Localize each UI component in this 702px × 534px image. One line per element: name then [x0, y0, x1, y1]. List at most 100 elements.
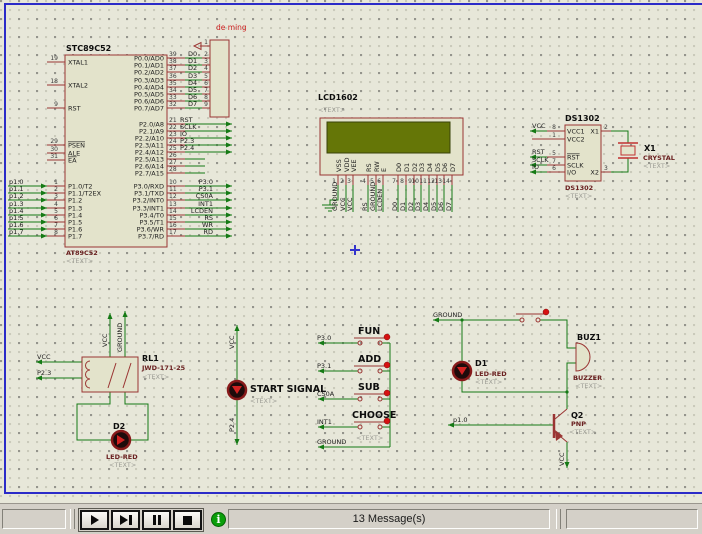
- button-actuator[interactable]: [384, 334, 390, 340]
- pin-number: 14: [169, 208, 177, 215]
- pin-number: 10: [169, 179, 177, 186]
- part-text-placeholder: <TEXT>: [643, 162, 670, 170]
- part-value: PNP: [571, 420, 586, 428]
- message-panel[interactable]: 13 Message(s): [228, 509, 550, 529]
- net-label: GROUND: [433, 311, 462, 319]
- pin-number: 36: [169, 73, 177, 80]
- net-label: D6: [437, 202, 445, 211]
- pin-number: 4: [204, 65, 208, 72]
- button-terminal: [358, 397, 362, 401]
- pin-number: 28: [169, 166, 177, 173]
- net-label: D2: [188, 64, 197, 72]
- pin-number: 27: [169, 159, 177, 166]
- pin-number: 37: [169, 65, 177, 72]
- pin-number: 32: [169, 101, 177, 108]
- pin-number: 14: [442, 178, 450, 185]
- part-text-placeholder: <TEXT>: [575, 382, 602, 390]
- pin-number: 26: [169, 152, 177, 159]
- pin-number: 8: [400, 178, 404, 185]
- pin-name: X1: [590, 128, 599, 136]
- mcu-stc89c52[interactable]: STC89C52 AT89C52 <TEXT> XTAL1 XTAL2 RST …: [8, 44, 232, 265]
- button-actuator[interactable]: [384, 362, 390, 368]
- play-button[interactable]: [80, 510, 109, 530]
- pin-name: P3.2/INT0: [133, 197, 164, 205]
- button-label: ADD: [358, 354, 381, 365]
- pin-number: 22: [169, 124, 177, 131]
- pin-name: VCC2: [567, 136, 585, 144]
- part-ref: STC89C52: [66, 44, 111, 53]
- alarm-wires: [433, 320, 576, 468]
- pin-number: 18: [50, 78, 58, 85]
- part-ref: Q2: [571, 411, 583, 420]
- stop-button[interactable]: [173, 510, 202, 530]
- button-actuator[interactable]: [543, 309, 549, 315]
- part-text-placeholder: <TEXT>: [475, 378, 502, 386]
- pin-number: 3: [604, 165, 608, 172]
- pin-number: 23: [169, 131, 177, 138]
- pin-name: D4: [426, 163, 434, 172]
- pin-name: D7: [449, 163, 457, 172]
- part-text-placeholder: <TEXT>: [318, 106, 345, 114]
- button-actuator[interactable]: [384, 390, 390, 396]
- wire-arrowheads: [226, 122, 232, 239]
- pin-number: 31: [50, 153, 58, 160]
- pause-button[interactable]: [142, 510, 171, 530]
- part-value: LED-RED: [106, 453, 138, 461]
- relay-rl1[interactable]: VCC P2.3 VCC GROUND RL1 JWD-171-25 <TEXT…: [36, 311, 186, 440]
- net-label: VCC: [37, 353, 51, 361]
- alarm-circuit[interactable]: GROUND D1 LED-RED <TEXT> BUZ1 BUZZER <TE…: [433, 309, 602, 468]
- pin-number: 15: [169, 215, 177, 222]
- pin-name: P2.7/A15: [135, 170, 164, 178]
- button-label: FUN: [358, 326, 380, 337]
- pin-number: 7: [392, 178, 396, 185]
- net-label: D4: [422, 202, 430, 211]
- keypad-buttons[interactable]: FUN ADD SUB CHOOSE P3.0 P3.1 CS0A INT1 G…: [317, 326, 396, 450]
- message-count: 13 Message(s): [229, 510, 549, 528]
- part-text-placeholder: <TEXT>: [66, 257, 93, 265]
- led-d2[interactable]: D2 LED-RED <TEXT>: [106, 422, 138, 469]
- net-label: P3.0: [317, 334, 331, 342]
- part-value: JWD-171-25: [141, 364, 186, 372]
- net-label: VCC: [346, 197, 354, 211]
- part-text-placeholder: <TEXT>: [569, 428, 596, 436]
- net-label: LCDEN: [376, 189, 384, 211]
- step-button[interactable]: [111, 510, 140, 530]
- schematic-canvas[interactable]: STC89C52 AT89C52 <TEXT> XTAL1 XTAL2 RST …: [0, 0, 702, 503]
- pin-number: 39: [169, 51, 177, 58]
- net-label: P3.1: [317, 362, 331, 370]
- pin-number: 3: [347, 178, 351, 185]
- net-label: P2.4: [180, 144, 194, 152]
- pin-number: 3: [54, 193, 58, 200]
- part-text-placeholder: <TEXT>: [109, 461, 136, 469]
- net-label: D3: [414, 202, 422, 211]
- button-label: SUB: [358, 382, 380, 393]
- pin-number: 12: [169, 193, 177, 200]
- pin-number: 34: [169, 87, 177, 94]
- net-label: INT1: [317, 418, 332, 426]
- lcd-screen: [327, 122, 450, 153]
- start-signal-led[interactable]: VCC P2.4 START SIGNAL <TEXT>: [228, 325, 326, 445]
- separator-grip: [70, 509, 75, 529]
- rtc-ds1302[interactable]: DS1302 VCC1 VCC2 RST SCLK I/O X1 X2 8 1 …: [530, 114, 628, 200]
- crystal-x1[interactable]: X1 CRYSTAL <TEXT>: [618, 143, 675, 170]
- connector-deming[interactable]: de ming 1 2 3 4 5 6 7 8 9: [194, 23, 247, 117]
- pin-number: 1: [54, 179, 58, 186]
- lcd1602[interactable]: LCD1602 <TEXT> VSS VDD VEE RS RW E D0 D1…: [318, 93, 463, 212]
- pin-number: 6: [54, 215, 58, 222]
- button-terminal: [358, 425, 362, 429]
- button-terminal: [358, 369, 362, 373]
- net-label: D1: [399, 202, 407, 211]
- pin-number: 6: [204, 80, 208, 87]
- pin-name: VCC1: [567, 128, 585, 136]
- net-label: GROUND: [331, 182, 339, 211]
- pin-number: 8: [204, 94, 208, 101]
- pin-name: D3: [418, 163, 426, 172]
- pin-number: 29: [50, 138, 58, 145]
- pnp-arrow-icon: [555, 430, 563, 441]
- connector-label: de ming: [216, 23, 247, 32]
- button-terminal: [378, 397, 382, 401]
- net-label: VCC: [228, 335, 236, 349]
- pin-number: 1: [204, 39, 208, 46]
- pin-number: 5: [204, 73, 208, 80]
- part-text-placeholder: <TEXT>: [142, 373, 169, 381]
